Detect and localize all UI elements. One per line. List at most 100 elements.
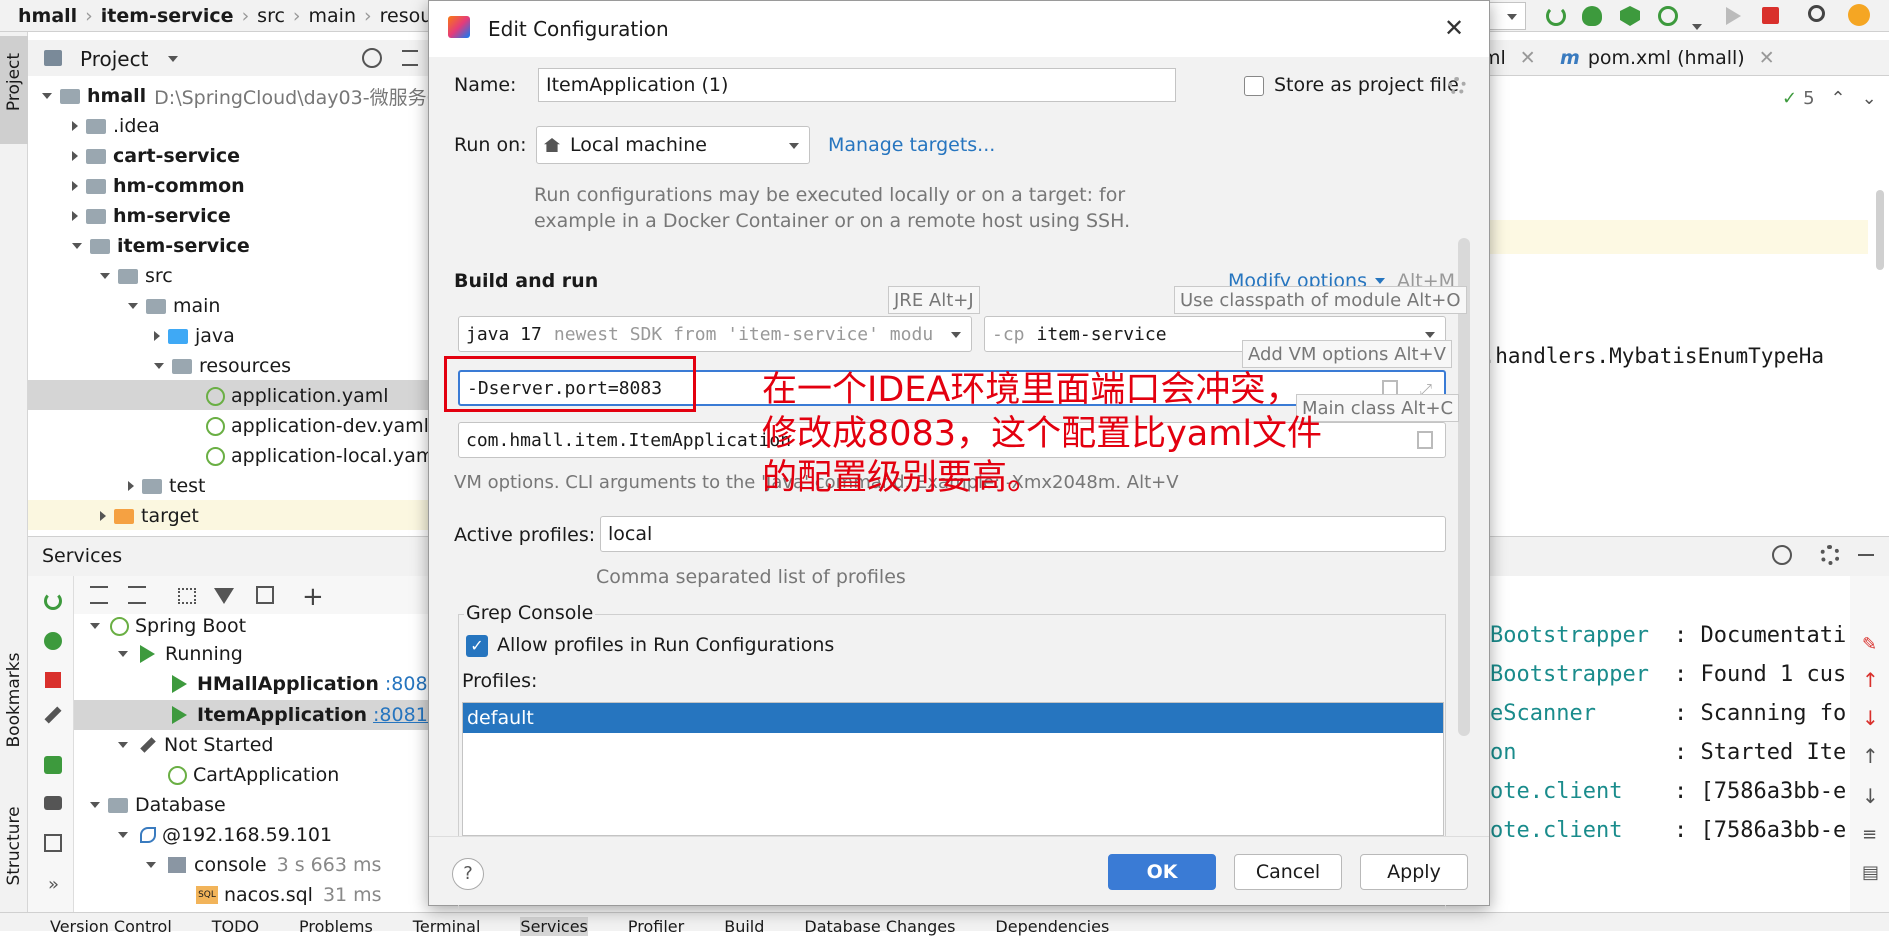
tree-file[interactable]: application-dev.yaml [206,412,429,440]
search-icon[interactable] [1808,5,1825,22]
minimize-icon[interactable] [1858,554,1874,556]
print-icon[interactable]: ▤ [1862,862,1879,883]
tree-file[interactable]: application.yaml [206,382,389,410]
tree-item[interactable]: main [128,292,220,320]
service-app-item[interactable]: ItemApplication:8081/ [172,701,434,729]
close-icon[interactable]: ✕ [1444,14,1464,42]
profiles-list-item[interactable]: default [463,703,1443,733]
debug-icon[interactable] [44,632,62,650]
intellij-icon [448,16,470,38]
deploy-icon[interactable] [44,756,62,774]
soft-wrap-icon[interactable]: ✎ [1862,634,1877,655]
bottom-tab[interactable]: TODO [212,917,259,936]
service-db-host[interactable]: @192.168.59.101 [118,821,332,849]
breadcrumb-item[interactable]: item-service [101,5,234,27]
tree-item[interactable]: hm-common [72,172,245,200]
tree-item[interactable]: item-service [72,232,250,260]
collapse-all-icon[interactable] [402,50,418,66]
editor-tab[interactable]: ml ✕ [1482,45,1536,71]
tree-item[interactable]: resources [154,352,291,380]
tree-item[interactable]: cart-service [72,142,240,170]
target-icon[interactable] [1772,545,1792,565]
tree-item[interactable]: test [128,472,206,500]
rerun-icon[interactable] [44,592,62,610]
rerun-icon[interactable] [1546,6,1566,26]
login-icon[interactable] [44,834,62,852]
service-sql-file[interactable]: SQL nacos.sql 31 ms [196,881,382,909]
stop-icon[interactable] [1762,7,1779,24]
service-database-group[interactable]: Database [90,791,226,819]
breadcrumb-item[interactable]: hmall [18,5,77,27]
collapse-all-icon[interactable] [128,586,146,604]
left-tool-strip [0,32,28,912]
tree-item[interactable]: .idea [72,112,160,140]
service-running-group[interactable]: Running [118,640,243,668]
tree-root[interactable]: hmall D:\SpringCloud\day03-微服务0 [42,82,439,110]
bottom-tab[interactable]: Services [520,916,588,936]
help-icon[interactable]: ? [452,858,484,890]
gear-icon[interactable] [1448,77,1466,95]
profile-icon[interactable] [1658,6,1678,26]
apply-button[interactable]: Apply [1360,854,1468,890]
group-icon[interactable] [178,588,196,604]
browse-icon[interactable] [1417,431,1433,449]
tree-file[interactable]: application-local.yaml [206,442,440,470]
vm-options-annotation-box [444,356,696,412]
breadcrumb-item[interactable]: main [309,5,356,27]
tree-item[interactable]: src [100,262,173,290]
project-panel-title[interactable]: Project [80,46,179,72]
breadcrumb-item[interactable]: src [257,5,285,27]
add-service-icon[interactable]: + [302,582,324,612]
expand-all-icon[interactable] [90,586,108,604]
scroll-down-icon[interactable]: ↓ [1862,784,1879,808]
bottom-tab[interactable]: Problems [299,917,373,936]
bottom-tab[interactable]: Build [724,917,764,936]
active-profiles-field[interactable]: local [600,516,1446,552]
scroll-up-icon[interactable]: ↑ [1862,744,1879,768]
editor-scrollbar[interactable] [1876,190,1884,270]
wrap-icon[interactable]: ≡ [1862,824,1877,845]
editor-tab-pom[interactable]: m pom.xml (hmall) ✕ [1560,45,1775,71]
tree-item[interactable]: target [100,502,199,530]
allow-profiles-label[interactable]: Allow profiles in Run Configurations [497,634,834,656]
name-field[interactable]: ItemApplication (1) [538,68,1176,102]
new-tab-icon[interactable] [256,586,274,604]
allow-profiles-checkbox[interactable]: ✓ [466,635,488,657]
inspection-widget[interactable]: ✓ 5 ⌃ ⌄ [1782,86,1877,110]
service-console[interactable]: console 3 s 663 ms [146,851,381,879]
filter-icon[interactable] [214,588,234,604]
tree-item[interactable]: java [154,322,235,350]
camera-icon[interactable] [44,796,62,810]
service-not-started-group[interactable]: Not Started [118,731,274,759]
store-label[interactable]: Store as project file [1274,74,1459,96]
debug-icon[interactable] [1582,6,1602,26]
profile-dropdown-icon[interactable] [1692,13,1702,35]
structure-tool-label[interactable]: Structure [4,804,24,888]
bottom-tab[interactable]: Database Changes [804,917,955,936]
bookmarks-tool-label[interactable]: Bookmarks [4,650,24,750]
tree-item[interactable]: hm-service [72,202,231,230]
run-icon[interactable] [1726,7,1741,25]
service-spring-boot[interactable]: Spring Boot [90,614,246,638]
manage-targets-link[interactable]: Manage targets... [828,134,995,156]
services-left-toolbar [28,576,74,912]
down-icon[interactable]: ↓ [1862,706,1879,730]
up-icon[interactable]: ↑ [1862,668,1879,692]
locate-icon[interactable] [362,48,382,68]
bottom-tab[interactable]: Terminal [413,917,481,936]
more-icon[interactable]: » [48,874,59,895]
ok-button[interactable]: OK [1108,854,1216,890]
jdk-select[interactable]: java 17 newest SDK from 'item-service' mo… [458,316,972,352]
cancel-button[interactable]: Cancel [1234,854,1342,890]
bottom-tab[interactable]: Version Control [50,917,172,936]
service-app-cart[interactable]: CartApplication [168,761,339,789]
bottom-tab[interactable]: Dependencies [995,917,1109,936]
store-checkbox[interactable] [1244,76,1264,96]
update-icon[interactable] [1848,4,1870,26]
bottom-tab[interactable]: Profiler [628,917,684,936]
settings-icon[interactable] [1820,545,1840,565]
run-on-select[interactable]: Local machine [536,126,810,164]
stop-icon[interactable] [45,672,61,688]
console-icon [168,857,186,873]
service-app-hmall[interactable]: HMallApplication:8080/ [172,670,446,698]
